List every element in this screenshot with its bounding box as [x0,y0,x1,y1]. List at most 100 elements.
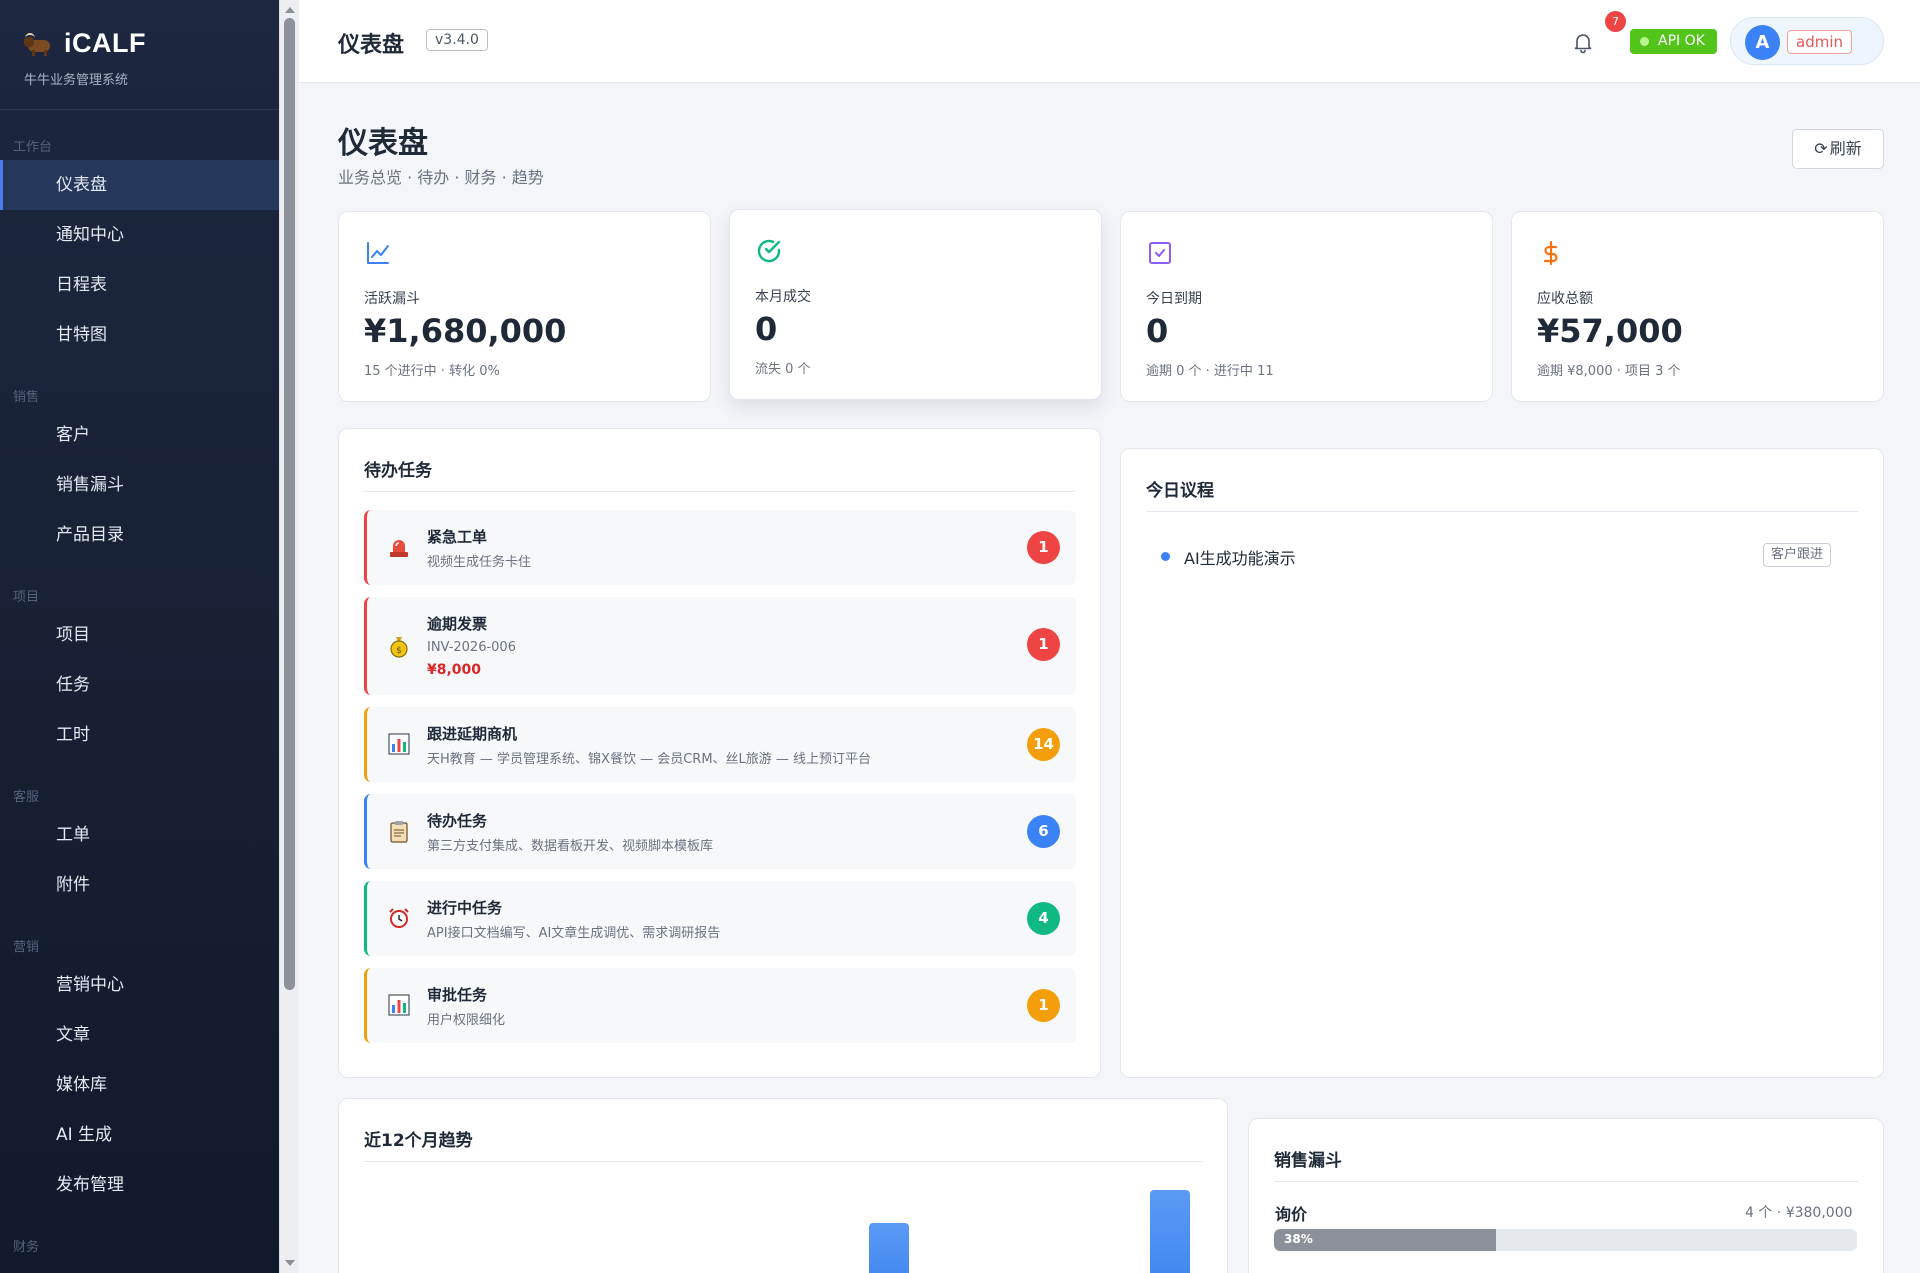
todo-item-desc: 视频生成任务卡住 [427,555,532,570]
sidebar-scrollbar[interactable] [279,0,299,1273]
stat-value: ¥57,000 [1537,312,1683,350]
stat-label: 本月成交 [755,289,811,305]
trend-panel: 近12个月趋势 [338,1098,1228,1273]
todo-item-delayed-opportunities[interactable]: 跟进延期商机 天H教育 — 学员管理系统、锦X餐饮 — 会员CRM、丝L旅游 —… [364,707,1076,782]
sidebar-item-marketing-center[interactable]: 营销中心 [0,960,279,1010]
todo-item-desc: 第三方支付集成、数据看板开发、视频脚本模板库 [427,839,714,854]
refresh-label: 刷新 [1829,139,1862,158]
username-tag: admin [1787,30,1852,54]
bell-icon[interactable] [1571,30,1595,54]
stat-footnote: 15 个进行中 · 转化 0% [364,364,500,379]
todo-item-overdue-invoice[interactable]: $ 逾期发票 INV-2026-006 ¥8,000 1 [364,597,1076,695]
refresh-icon: ⟳ [1814,139,1828,158]
siren-icon [390,540,408,557]
sidebar-item-tasks[interactable]: 任务 [0,660,279,710]
todo-item-in-progress-tasks[interactable]: 进行中任务 API接口文档编写、AI文章生成调优、需求调研报告 4 [364,881,1076,956]
trend-panel-title: 近12个月趋势 [364,1131,473,1151]
stat-footnote: 流失 0 个 [755,362,811,377]
scrollbar-thumb[interactable] [284,18,295,990]
refresh-button[interactable]: ⟳ 刷新 [1792,129,1884,169]
sidebar-item-calendar[interactable]: 日程表 [0,260,279,310]
stat-value: 0 [755,310,778,348]
todo-item-approval-tasks[interactable]: 审批任务 用户权限细化 1 [364,968,1076,1043]
page-title: 仪表盘 [338,126,428,161]
sidebar-item-sales-funnel[interactable]: 销售漏斗 [0,460,279,510]
stat-card-due-today[interactable]: 今日到期 0 逾期 0 个 · 进行中 11 [1120,211,1493,402]
sidebar-item-customers[interactable]: 客户 [0,410,279,460]
trend-bar [1150,1190,1190,1273]
page-subtitle: 业务总览 · 待办 · 财务 · 趋势 [338,168,544,187]
brand-name: iCALF [64,28,146,58]
nav-group-workbench: 工作台 [13,140,53,155]
line-chart-icon [367,242,389,264]
divider [1146,511,1858,512]
header-title: 仪表盘 [338,33,405,58]
divider [1274,1181,1858,1182]
funnel-stage-meta: 4 个 · ¥380,000 [1745,1205,1853,1221]
user-menu[interactable]: A admin [1730,17,1884,65]
sidebar-item-attachments[interactable]: 附件 [0,860,279,910]
funnel-progress-label: 38% [1284,1232,1313,1246]
sidebar-item-articles[interactable]: 文章 [0,1010,279,1060]
agenda-dot-icon [1161,552,1170,561]
funnel-panel-title: 销售漏斗 [1274,1151,1342,1171]
sidebar-item-media-library[interactable]: 媒体库 [0,1060,279,1110]
todo-item-urgent-ticket[interactable]: 紧急工单 视频生成任务卡住 1 [364,510,1076,585]
sidebar-item-timesheets[interactable]: 工时 [0,710,279,760]
stat-label: 应收总额 [1537,291,1593,307]
nav-group-support: 客服 [13,790,40,805]
agenda-item[interactable]: AI生成功能演示 [1184,545,1296,569]
sidebar: iCALF 牛牛业务管理系统 工作台 仪表盘 通知中心 日程表 甘特图 销售 客… [0,0,279,1273]
sidebar-item-projects[interactable]: 项目 [0,610,279,660]
calendar-check-icon [1149,242,1171,264]
agenda-item-tag: 客户跟进 [1763,543,1832,567]
sidebar-item-publishing[interactable]: 发布管理 [0,1160,279,1210]
todo-item-title: 审批任务 [427,986,488,1004]
sidebar-item-product-catalog[interactable]: 产品目录 [0,510,279,560]
funnel-stage-name: 询价 [1275,1205,1308,1224]
todo-count-badge: 1 [1027,989,1060,1022]
dollar-icon [1543,240,1558,266]
api-status-badge: API OK [1630,29,1717,54]
top-bar: 仪表盘 v3.4.0 7 API OK A admin [299,0,1920,83]
stat-value: 0 [1146,312,1169,350]
check-circle-icon [757,239,781,263]
todo-count-badge: 14 [1027,728,1060,761]
scroll-down-arrow-icon[interactable] [285,1260,295,1266]
nav-group-finance: 财务 [13,1240,40,1255]
alarm-clock-icon [389,908,409,928]
todo-item-desc: 用户权限细化 [427,1013,506,1028]
todo-count-badge: 1 [1027,531,1060,564]
sidebar-item-tickets[interactable]: 工单 [0,810,279,860]
todo-item-desc: 天H教育 — 学员管理系统、锦X餐饮 — 会员CRM、丝L旅游 — 线上预订平台 [427,752,872,767]
todo-item-pending-tasks[interactable]: 待办任务 第三方支付集成、数据看板开发、视频脚本模板库 6 [364,794,1076,869]
nav-group-projects: 项目 [13,590,40,605]
stat-footnote: 逾期 0 个 · 进行中 11 [1146,364,1274,379]
todo-item-desc: API接口文档编写、AI文章生成调优、需求调研报告 [427,926,721,941]
sidebar-item-dashboard[interactable]: 仪表盘 [0,160,279,210]
stat-footnote: 逾期 ¥8,000 · 项目 3 个 [1537,364,1681,379]
stat-card-active-funnel[interactable]: 活跃漏斗 ¥1,680,000 15 个进行中 · 转化 0% [338,211,711,402]
sidebar-item-notifications[interactable]: 通知中心 [0,210,279,260]
stat-value: ¥1,680,000 [364,312,567,350]
clipboard-icon [390,821,408,843]
divider [364,1161,1202,1162]
todo-item-title: 待办任务 [427,812,488,830]
bar-chart-icon [388,994,410,1016]
brand: iCALF 牛牛业务管理系统 [0,0,279,110]
stat-card-receivables[interactable]: 应收总额 ¥57,000 逾期 ¥8,000 · 项目 3 个 [1511,211,1884,402]
todo-count-badge: 6 [1027,815,1060,848]
todo-item-title: 进行中任务 [427,899,503,917]
stat-card-monthly-deals[interactable]: 本月成交 0 流失 0 个 [729,209,1102,400]
bar-chart-icon [388,733,410,755]
scroll-up-arrow-icon[interactable] [285,7,295,13]
todo-count-badge: 4 [1027,902,1060,935]
sidebar-item-gantt[interactable]: 甘特图 [0,310,279,360]
todo-item-title: 跟进延期商机 [427,725,518,743]
version-badge: v3.4.0 [426,29,488,51]
agenda-panel-title: 今日议程 [1146,481,1214,501]
todo-panel-title: 待办任务 [364,461,432,481]
todo-count-badge: 1 [1027,628,1060,661]
sidebar-item-ai-generate[interactable]: AI 生成 [0,1110,279,1160]
stat-label: 活跃漏斗 [364,291,420,307]
